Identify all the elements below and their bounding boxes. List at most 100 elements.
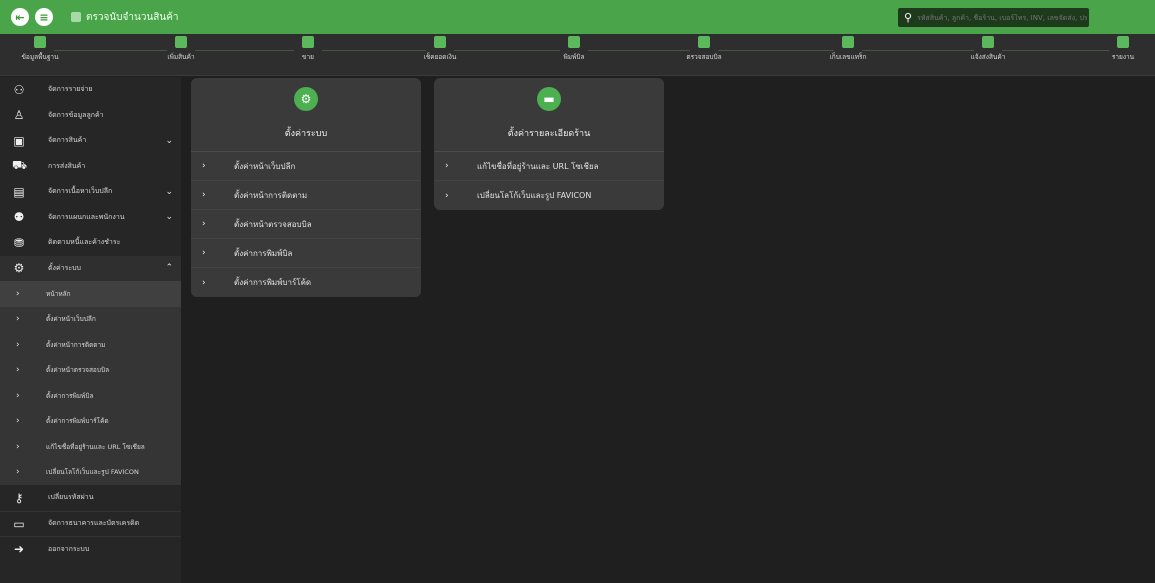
toolbar-item[interactable]: เพิ่มสินค้า: [151, 36, 211, 62]
sidebar-item-label: ออกจากระบบ: [48, 544, 90, 553]
toolbar-item[interactable]: ข้อมูลพื้นฐาน: [10, 36, 70, 62]
sidebar-subitem[interactable]: › ตั้งค่าการพิมพ์บิล: [0, 383, 181, 409]
sidebar-item-label: เปลี่ยนรหัสผ่าน: [48, 493, 94, 502]
card-link[interactable]: › ตั้งค่าหน้าเว็บปลีก: [191, 152, 421, 181]
card-link-label: เปลี่ยนโลโก้เว็บและรูป FAVICON: [477, 191, 592, 200]
inventory-icon: [71, 12, 81, 22]
card-link-label: ตั้งค่าหน้าตรวจสอบบิล: [234, 219, 312, 229]
sidebar-subitem[interactable]: › หน้าหลัก: [0, 281, 181, 307]
sidebar-item-label: จัดการแผนกและพนักงาน: [48, 212, 125, 221]
card-title: ตั้งค่ารายละเอียดร้าน: [507, 129, 591, 139]
toolbar-icon: [175, 36, 187, 48]
chevron-icon: ⌄: [165, 186, 173, 197]
toolbar-icon: [34, 36, 46, 48]
user-icon: ♙: [13, 108, 25, 123]
card-link-label: ตั้งค่าการพิมพ์บาร์โค้ด: [234, 278, 312, 287]
invoice-icon: ▤: [13, 184, 25, 199]
sidebar-item-label: ตั้งค่าระบบ: [48, 263, 81, 272]
truck-icon: ⛟: [12, 158, 28, 173]
toolbar: ข้อมูลพื้นฐาน เพิ่มสินค้า ขาย เช็คยอดเงิน พิ…: [0, 34, 1155, 76]
menu-icon[interactable]: ≡: [35, 8, 53, 26]
toolbar-icon: [568, 36, 580, 48]
chevron-right-icon: ›: [16, 390, 20, 401]
sidebar-subitem[interactable]: › ตั้งค่าหน้าเว็บปลีก: [0, 306, 181, 332]
toolbar-item[interactable]: ขาย: [278, 36, 338, 62]
chevron-right-icon: ›: [202, 277, 206, 288]
sidebar-item-label: จัดการสินค้า: [48, 136, 87, 145]
toolbar-icon: [434, 36, 446, 48]
toolbar-label: ขาย: [302, 53, 314, 61]
card-title: ตั้งค่าระบบ: [284, 129, 328, 139]
sidebar-subitem-label: ตั้งค่าหน้าตรวจสอบบิล: [46, 366, 110, 375]
chevron-right-icon: ›: [202, 190, 206, 200]
sidebar-subitem-label: แก้ไขชื่อที่อยู่ร้านและ URL โซเชียล: [46, 442, 145, 451]
sidebar-item[interactable]: ▣ จัดการสินค้า ⌄: [0, 128, 181, 154]
key-icon: ⚷: [14, 490, 24, 505]
sidebar-item[interactable]: ⛃ ติดตามหนี้และค้างชำระ: [0, 230, 181, 256]
card-link[interactable]: › ตั้งค่าการพิมพ์บิล: [191, 239, 421, 268]
card-link[interactable]: › เปลี่ยนโลโก้เว็บและรูป FAVICON: [434, 181, 664, 210]
chevron-right-icon: ›: [16, 441, 20, 452]
chevron-icon: ⌃: [165, 263, 173, 274]
chevron-icon: ⌄: [165, 135, 173, 146]
card-link-label: ตั้งค่าการพิมพ์บิล: [234, 248, 293, 258]
search-input[interactable]: [917, 13, 1088, 22]
toolbar-icon: [698, 36, 710, 48]
chevron-right-icon: ›: [16, 365, 20, 376]
sidebar-item-label: ติดตามหนี้และค้างชำระ: [48, 238, 121, 247]
chevron-right-icon: ›: [202, 219, 206, 229]
sidebar-item-label: จัดการธนาคารและบัตรเครดิต: [48, 519, 140, 528]
top-bar: ⇤ ≡ ตรวจนับจำนวนสินค้า ⚲: [0, 0, 1155, 34]
sidebar-item[interactable]: ⚉ จัดการแผนกและพนักงาน ⌄: [0, 205, 181, 231]
sidebar-item[interactable]: ⛟ การส่งสินค้า: [0, 154, 181, 180]
toolbar-label: เพิ่มสินค้า: [167, 53, 195, 61]
toolbar-item[interactable]: พิมพ์บิล: [544, 36, 604, 62]
card-header: ▬ ตั้งค่ารายละเอียดร้าน: [434, 78, 664, 152]
search-box[interactable]: ⚲: [898, 8, 1089, 27]
chevron-right-icon: ›: [16, 314, 20, 325]
sidebar-item[interactable]: ➜ ออกจากระบบ: [0, 536, 181, 562]
store-icon: ▬: [537, 87, 561, 111]
sidebar-subitem-label: หน้าหลัก: [46, 289, 71, 298]
toolbar-icon: [982, 36, 994, 48]
chevron-icon: ⌄: [165, 212, 173, 223]
card-link[interactable]: › ตั้งค่าการพิมพ์บาร์โค้ด: [191, 268, 421, 297]
chevron-right-icon: ›: [16, 467, 20, 478]
gear-icon: ⚙: [13, 261, 25, 276]
toolbar-item[interactable]: เช็คยอดเงิน: [410, 36, 470, 62]
sidebar-subitem-label: ตั้งค่าหน้าการติดตาม: [46, 340, 106, 349]
toolbar-label: แจ้งส่งสินค้า: [970, 53, 1006, 61]
chevron-right-icon: ›: [202, 161, 206, 171]
card-link[interactable]: › แก้ไขชื่อที่อยู่ร้านและ URL โซเชียล: [434, 152, 664, 181]
card-header: ⚙ ตั้งค่าระบบ: [191, 78, 421, 152]
sidebar-subitem[interactable]: › แก้ไขชื่อที่อยู่ร้านและ URL โซเชียล: [0, 434, 181, 460]
toolbar-label: พิมพ์บิล: [563, 53, 585, 61]
sidebar-subitem[interactable]: › ตั้งค่าหน้าตรวจสอบบิล: [0, 357, 181, 383]
sidebar-item[interactable]: ⚷ เปลี่ยนรหัสผ่าน: [0, 485, 181, 511]
back-icon[interactable]: ⇤: [11, 8, 29, 26]
box-icon: ▣: [13, 133, 25, 148]
card-link[interactable]: › ตั้งค่าหน้าตรวจสอบบิล: [191, 210, 421, 239]
toolbar-icon: [1117, 36, 1129, 48]
toolbar-item[interactable]: รายงาน: [1093, 36, 1153, 62]
chevron-right-icon: ›: [445, 190, 449, 201]
toolbar-item[interactable]: แจ้งส่งสินค้า: [958, 36, 1018, 62]
sidebar-subitem[interactable]: › ตั้งค่าหน้าการติดตาม: [0, 332, 181, 358]
toolbar-item[interactable]: ตรวจสอบบิล: [674, 36, 734, 62]
chevron-right-icon: ›: [202, 248, 206, 258]
sidebar-subitem[interactable]: › เปลี่ยนโลโก้เว็บและรูป FAVICON: [0, 459, 181, 485]
sidebar-item[interactable]: ▭ จัดการธนาคารและบัตรเครดิต: [0, 510, 181, 537]
card-icon: ▭: [13, 516, 25, 531]
page-title: ตรวจนับจำนวนสินค้า: [71, 10, 179, 25]
chevron-right-icon: ›: [16, 416, 20, 427]
sidebar-item[interactable]: ⚇ จัดการรายจ่าย: [0, 77, 181, 103]
sidebar-subitem[interactable]: › ตั้งค่าการพิมพ์บาร์โค้ด: [0, 408, 181, 434]
page-title-text: ตรวจนับจำนวนสินค้า: [86, 11, 179, 23]
sidebar-item[interactable]: ▤ จัดการเนื้อหาเว็บปลีก ⌄: [0, 179, 181, 205]
sidebar-item[interactable]: ♙ จัดการข้อมูลลูกค้า: [0, 103, 181, 129]
toolbar-item[interactable]: เก็บเลขแทร็ก: [818, 36, 878, 62]
staff-icon: ⚉: [13, 210, 25, 225]
sidebar-item[interactable]: ⚙ ตั้งค่าระบบ ⌃: [0, 255, 181, 281]
card-link[interactable]: › ตั้งค่าหน้าการติดตาม: [191, 181, 421, 210]
sidebar-subitem-label: ตั้งค่าการพิมพ์บิล: [46, 391, 94, 400]
